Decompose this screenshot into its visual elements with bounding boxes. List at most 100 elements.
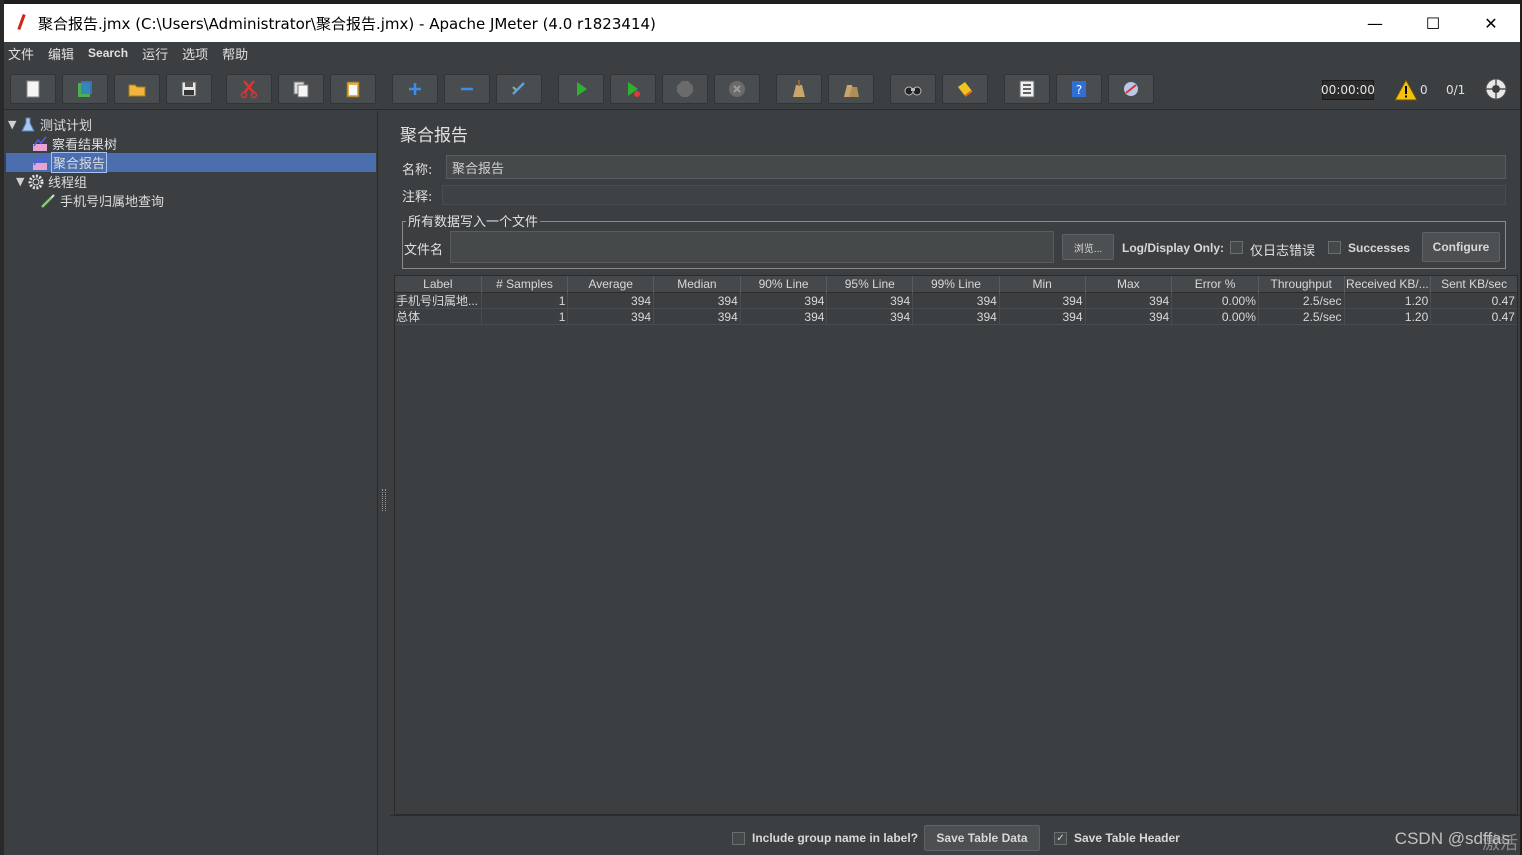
tree-node-label: 聚合报告 (50, 152, 108, 173)
menu-edit[interactable]: 编辑 (48, 44, 74, 63)
copy-button[interactable] (278, 74, 324, 104)
column-header[interactable]: Average (568, 276, 655, 293)
shutdown-icon (729, 81, 745, 97)
menu-run[interactable]: 运行 (142, 44, 168, 63)
function-helper-button[interactable] (1004, 74, 1050, 104)
templates-button[interactable] (62, 74, 108, 104)
configure-button[interactable]: Configure (1422, 232, 1500, 262)
table-cell: 394 (568, 309, 655, 325)
column-header[interactable]: Error % (1172, 276, 1259, 293)
column-header[interactable]: 99% Line (913, 276, 1000, 293)
successes-label: Successes (1348, 241, 1411, 255)
close-icon: ✕ (1484, 13, 1498, 33)
successes-checkbox[interactable] (1328, 241, 1341, 254)
toggle-button[interactable] (496, 74, 542, 104)
tree-node-label: 线程组 (48, 176, 88, 191)
flask-icon (21, 117, 35, 131)
search-button[interactable] (890, 74, 936, 104)
name-label: 名称: (402, 163, 433, 178)
column-header[interactable]: Throughput (1259, 276, 1345, 293)
start-icon (577, 82, 587, 96)
start-no-pauses-button[interactable] (610, 74, 656, 104)
split-pane-divider[interactable] (378, 111, 390, 855)
errors-only-checkbox[interactable] (1230, 241, 1243, 254)
table-cell: 1.20 (1345, 309, 1432, 325)
listener-icon (33, 155, 47, 170)
warning-icon[interactable] (1394, 79, 1418, 101)
include-group-checkbox[interactable] (732, 832, 745, 845)
column-header[interactable]: Received KB/... (1345, 276, 1432, 293)
jmeter-window: 聚合报告.jmx (C:\Users\Administrator\聚合报告.jm… (4, 4, 1520, 855)
clear-all-icon (844, 85, 859, 97)
column-header[interactable]: Max (1086, 276, 1173, 293)
table-cell: 394 (913, 309, 1000, 325)
maximize-button[interactable]: ☐ (1404, 4, 1462, 42)
clear-button[interactable] (776, 74, 822, 104)
column-header[interactable]: Median (654, 276, 741, 293)
help-button[interactable]: ? (1056, 74, 1102, 104)
expand-triangle-icon[interactable]: ▼ (8, 118, 20, 131)
broom-icon (793, 80, 805, 97)
table-cell: 394 (827, 293, 914, 309)
menu-file[interactable]: 文件 (8, 44, 34, 63)
expand-triangle-icon[interactable]: ▼ (16, 175, 28, 188)
close-button[interactable]: ✕ (1462, 4, 1520, 42)
remote-button[interactable] (1108, 74, 1154, 104)
open-button[interactable] (114, 74, 160, 104)
stop-button[interactable] (662, 74, 708, 104)
name-field[interactable]: 聚合报告 (446, 155, 1506, 179)
warning-count: 0 (1420, 83, 1428, 97)
name-field-value: 聚合报告 (452, 161, 505, 177)
table-row[interactable]: 总体 1 394 394 394 394 394 394 394 0.00% 2… (395, 309, 1517, 325)
cut-button[interactable] (226, 74, 272, 104)
reset-search-button[interactable] (942, 74, 988, 104)
stop-icon (677, 81, 693, 97)
active-threads: 0/1 (1446, 83, 1466, 97)
column-header[interactable]: 90% Line (741, 276, 828, 293)
column-header[interactable]: # Samples (482, 276, 569, 293)
table-cell: 0.47 (1491, 310, 1515, 324)
tree-node-aggregate-report[interactable]: 聚合报告 (32, 152, 108, 173)
table-cell: 394 (654, 309, 741, 325)
browse-button[interactable]: 浏览... (1062, 234, 1114, 260)
new-button[interactable] (10, 74, 56, 104)
plus-icon (409, 83, 421, 95)
tree-node-sampler[interactable]: 手机号归属地查询 (40, 191, 164, 210)
menu-options[interactable]: 选项 (182, 44, 208, 63)
start-button[interactable] (558, 74, 604, 104)
filename-input[interactable] (450, 231, 1054, 263)
column-header[interactable]: Sent KB/sec (1431, 276, 1517, 293)
tree-node-view-results-tree[interactable]: 察看结果树 (32, 134, 117, 153)
expand-all-button[interactable] (392, 74, 438, 104)
column-header[interactable]: Label (395, 276, 482, 293)
table-cell: 0.47 (1491, 294, 1515, 308)
aggregate-report-panel: 聚合报告 名称: 聚合报告 注释: 所有数据写入一个文件 文件名 浏览... L… (390, 111, 1520, 855)
save-button[interactable] (166, 74, 212, 104)
comment-label: 注释: (402, 190, 433, 205)
shutdown-button[interactable] (714, 74, 760, 104)
table-cell: 0.00% (1172, 309, 1259, 325)
menu-help[interactable]: 帮助 (222, 44, 248, 63)
table-row[interactable]: 手机号归属地... 1 394 394 394 394 394 394 394 … (395, 293, 1517, 309)
start-no-pause-icon (628, 82, 640, 97)
menu-search[interactable]: Search (88, 46, 128, 60)
save-table-data-button[interactable]: Save Table Data (924, 825, 1040, 851)
tree-node-thread-group[interactable]: ▼ 线程组 (16, 172, 87, 191)
table-footer-bar: Include group name in label? Save Table … (390, 815, 1520, 855)
column-header[interactable]: 95% Line (827, 276, 914, 293)
tree-node-test-plan[interactable]: ▼ 测试计划 (8, 115, 92, 134)
clear-all-button[interactable] (828, 74, 874, 104)
minimize-button[interactable]: — (1346, 4, 1404, 42)
divider-grip-icon[interactable] (382, 489, 386, 511)
globe-icon[interactable] (1484, 77, 1508, 101)
table-cell: 394 (654, 293, 741, 309)
column-header[interactable]: Min (1000, 276, 1086, 293)
collapse-all-button[interactable] (444, 74, 490, 104)
paste-button[interactable] (330, 74, 376, 104)
save-table-header-checkbox[interactable]: ✓ (1054, 832, 1067, 845)
binoculars-icon (904, 86, 922, 96)
panel-title: 聚合报告 (400, 126, 468, 146)
table-cell: 2.5/sec (1259, 309, 1345, 325)
list-icon (1019, 80, 1035, 98)
comment-field[interactable] (442, 185, 1506, 205)
